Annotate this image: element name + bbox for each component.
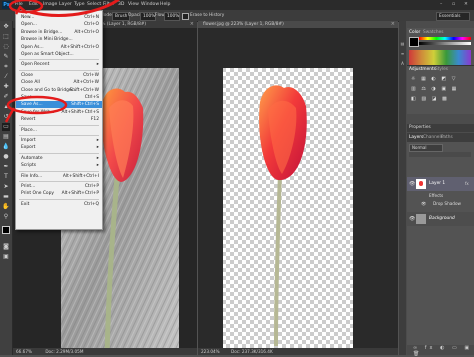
annotation-overlay	[4, 0, 120, 123]
save-as-highlight-circle	[6, 95, 68, 115]
file-menu-highlight-circle	[8, 0, 44, 14]
file-menu-arrow	[29, 0, 120, 17]
save-as-arrow	[4, 107, 16, 123]
